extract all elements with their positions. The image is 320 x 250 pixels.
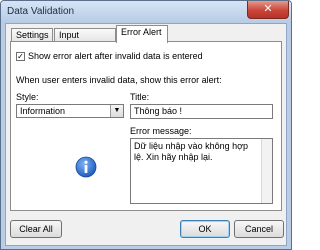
cancel-label: Cancel [244,224,273,234]
clear-all-button[interactable]: Clear All [10,220,62,238]
show-error-alert-checkbox[interactable]: ✓ [16,52,25,61]
title-input[interactable]: Thông báo ! [130,104,273,119]
title-label: Title: [130,92,150,102]
error-message-value: Dữ liệu nhập vào không hợp lệ. Xin hãy n… [134,141,249,162]
ok-label: OK [198,224,212,234]
error-message-textarea[interactable]: Dữ liệu nhập vào không hợp lệ. Xin hãy n… [130,138,273,204]
ok-button[interactable]: OK [180,220,230,238]
information-icon [75,156,97,178]
style-value: Information [20,106,66,116]
close-icon: ✕ [263,3,273,15]
style-select[interactable]: Information ▼ [16,104,124,118]
cancel-button[interactable]: Cancel [234,220,284,238]
show-error-alert-label: Show error alert after invalid data is e… [28,51,203,61]
close-button[interactable]: ✕ [247,1,289,19]
error-message-label: Error message: [130,126,192,136]
tab-settings-label: Settings [16,30,49,40]
title-bar[interactable]: Data Validation ✕ [1,1,291,23]
style-label: Style: [16,92,39,102]
instruction-text: When user enters invalid data, show this… [16,75,222,85]
window-title: Data Validation [7,6,75,17]
dialog-client-area: Settings Input Message Error Alert ✓ Sho… [5,23,287,246]
message-scrollbar[interactable] [261,139,272,203]
tab-error-alert-label: Error Alert [121,27,162,37]
tab-error-alert[interactable]: Error Alert [116,25,168,43]
chevron-down-icon[interactable]: ▼ [110,105,123,117]
data-validation-dialog: Data Validation ✕ Settings Input Message… [0,0,292,250]
title-input-value: Thông báo ! [134,106,183,116]
error-alert-panel: ✓ Show error alert after invalid data is… [10,41,282,211]
clear-all-label: Clear All [19,224,53,234]
checkmark-icon: ✓ [17,52,24,61]
